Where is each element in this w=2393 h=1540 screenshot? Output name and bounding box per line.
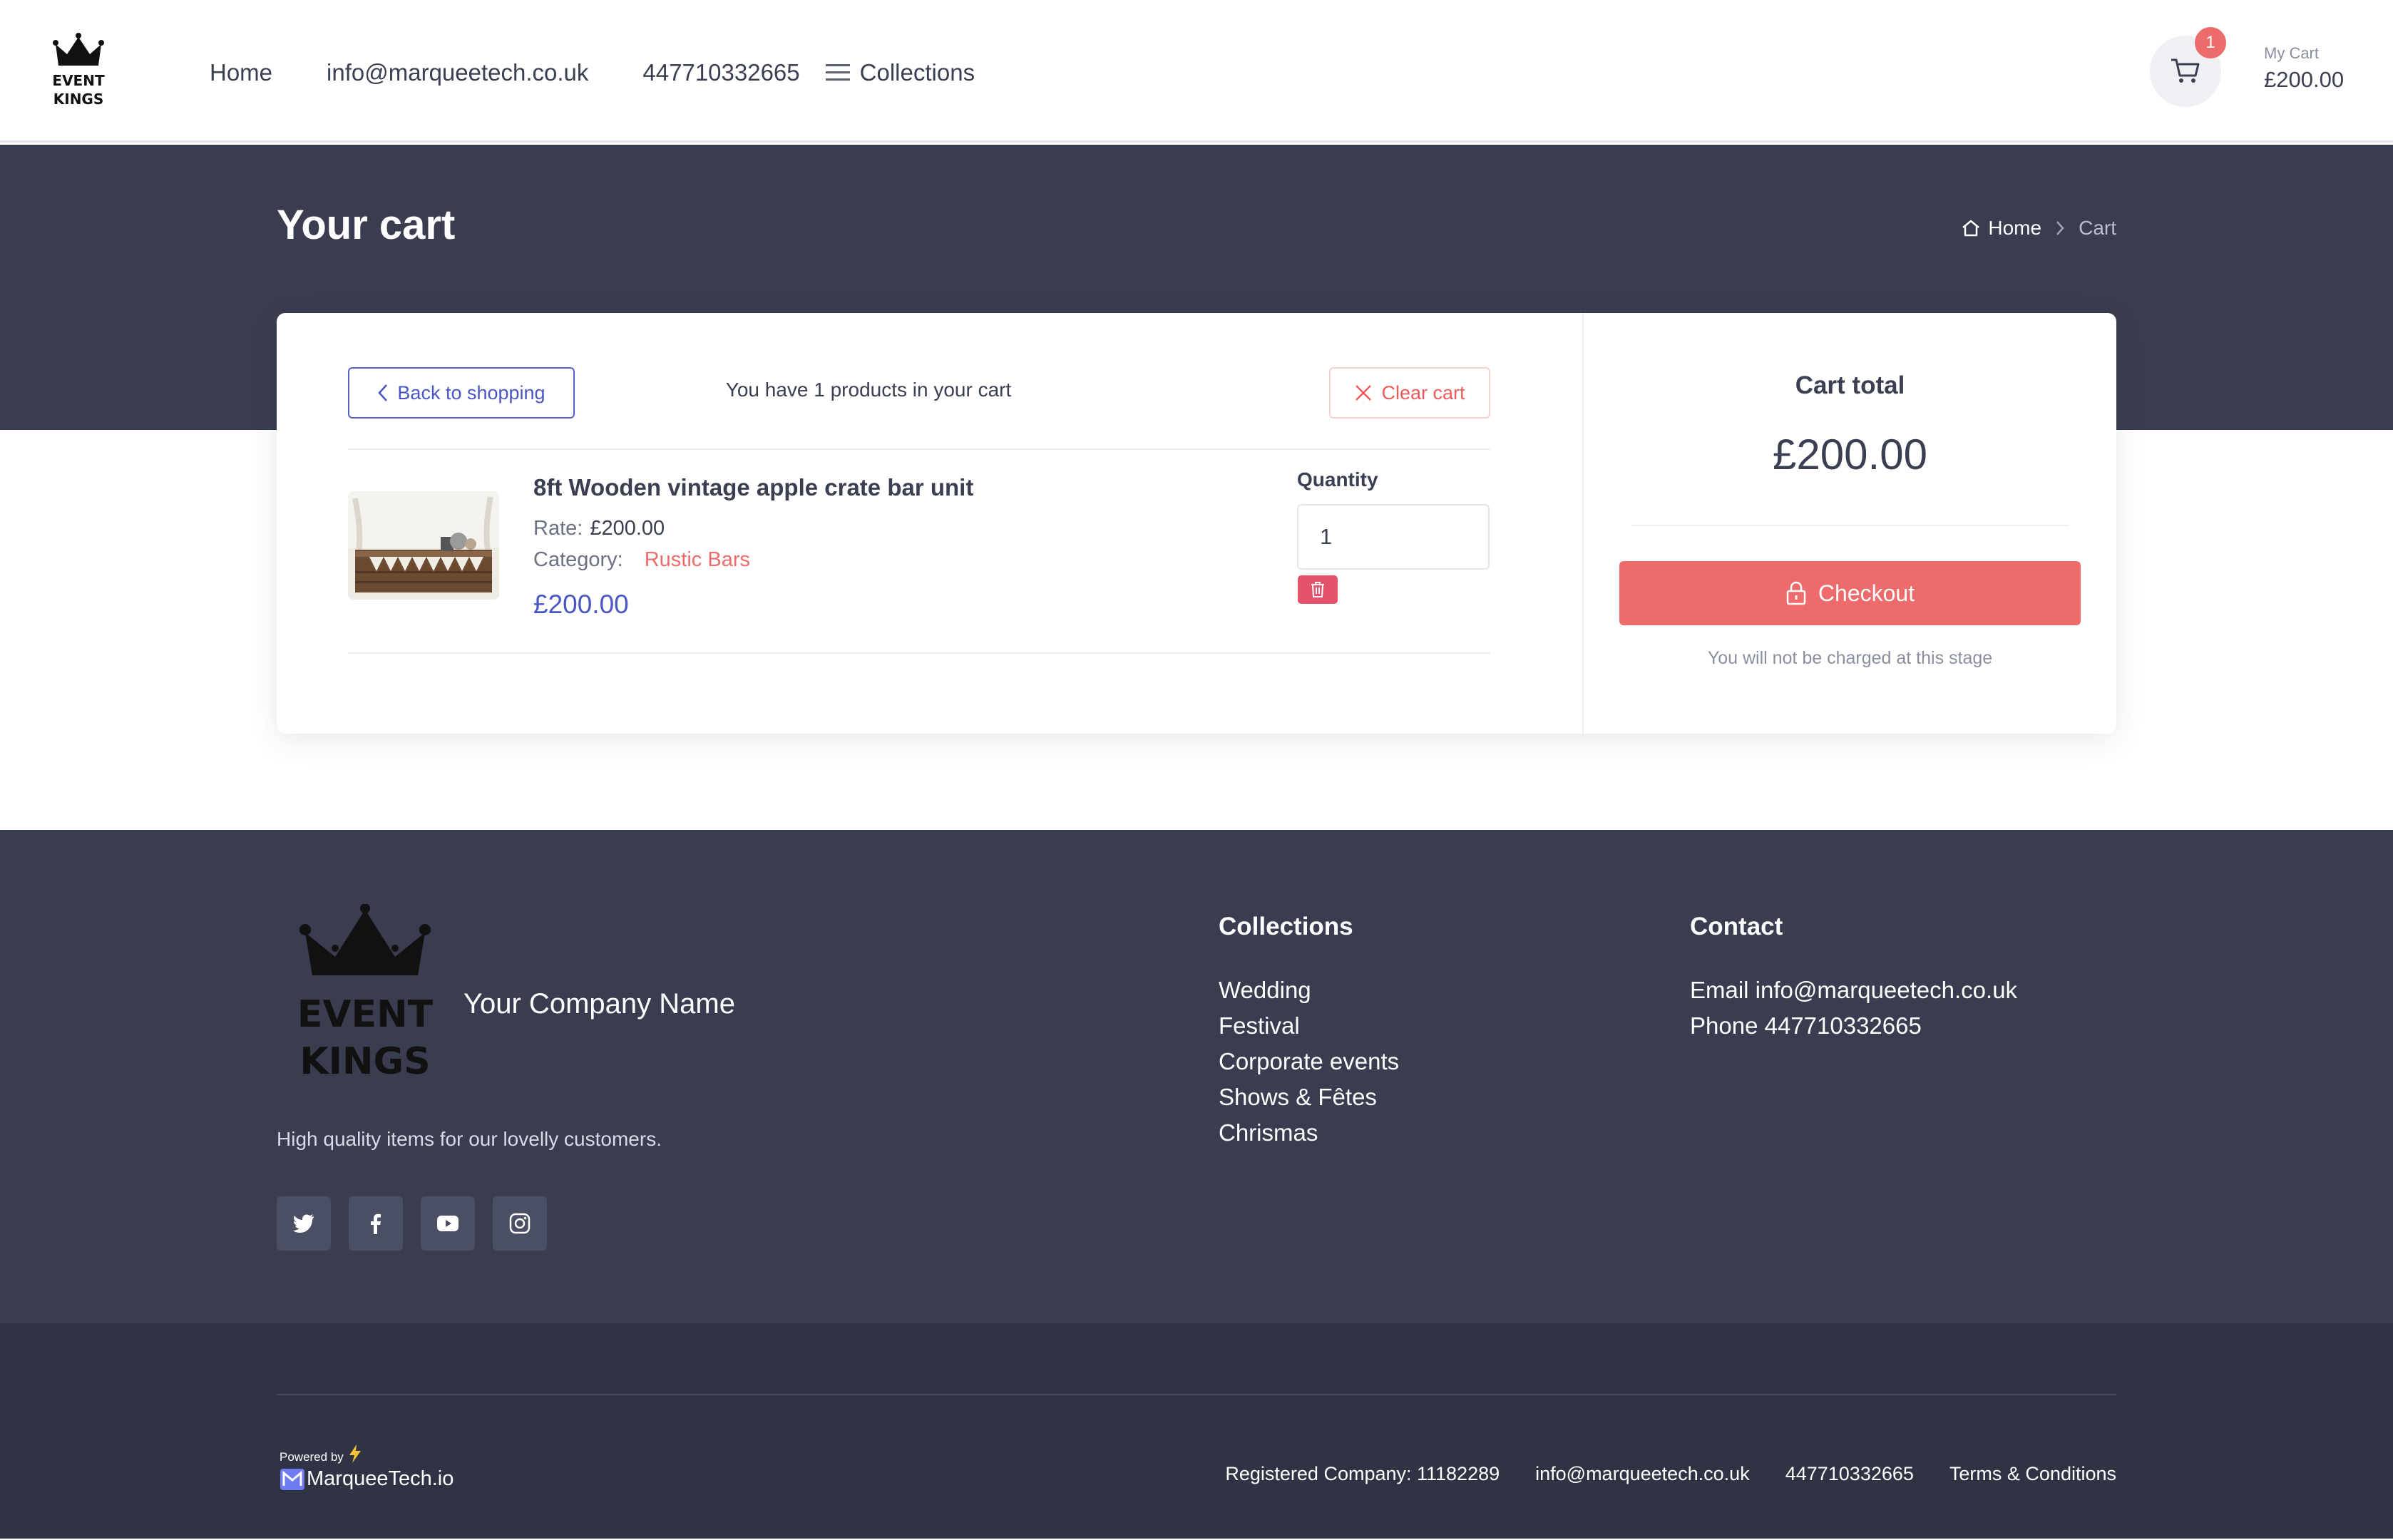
close-icon (1356, 385, 1372, 401)
powered-by-label: Powered by (280, 1450, 344, 1464)
breadcrumb-home-label: Home (1988, 217, 2042, 239)
my-cart-label: My Cart (2264, 44, 2319, 62)
bottom-bar (0, 1323, 2393, 1539)
main-nav: Home info@marqueetech.co.uk 447710332665… (210, 54, 975, 91)
bottom-email-link[interactable]: info@marqueetech.co.uk (1535, 1463, 1750, 1485)
product-rate-label: Rate: (533, 517, 583, 540)
my-cart-total: £200.00 (2264, 67, 2345, 92)
bottom-phone-link[interactable]: 447710332665 (1785, 1463, 1914, 1485)
powered-by-brand-label: MarqueeTech.io (307, 1467, 454, 1490)
nav-collections-label: Collections (859, 59, 975, 86)
svg-text:EVENT: EVENT (297, 993, 434, 1036)
cart-total-title: Cart total (1795, 371, 1905, 399)
cart-count-text: You have 1 products in your cart (725, 379, 1012, 401)
menu-icon (825, 64, 850, 81)
svg-text:EVENT: EVENT (52, 72, 105, 89)
breadcrumb-current: Cart (2079, 217, 2116, 239)
youtube-link[interactable] (421, 1196, 475, 1251)
nav-phone-link[interactable]: 447710332665 (642, 59, 799, 86)
footer-collection-link[interactable]: Wedding (1219, 972, 1399, 1008)
clear-cart-button[interactable]: Clear cart (1329, 367, 1490, 419)
facebook-link[interactable] (349, 1196, 403, 1251)
cart-total-value: £200.00 (1773, 431, 1927, 478)
powered-by-brand: MarqueeTech.io (280, 1467, 454, 1491)
page-title: Your cart (277, 202, 456, 248)
twitter-link[interactable] (277, 1196, 331, 1251)
event-kings-logo[interactable]: EVENT KINGS (47, 31, 110, 111)
trash-icon (1311, 582, 1324, 597)
product-thumbnail[interactable] (348, 491, 499, 600)
social-links (277, 1196, 565, 1251)
footer-company-name: Your Company Name (463, 988, 735, 1020)
footer-collections-title: Collections (1219, 913, 1353, 940)
chevron-left-icon (378, 384, 388, 401)
product-name[interactable]: 8ft Wooden vintage apple crate bar unit (533, 474, 973, 501)
nav-collections-menu[interactable]: Collections (825, 59, 975, 86)
back-to-shopping-button[interactable]: Back to shopping (348, 367, 575, 419)
instagram-link[interactable] (493, 1196, 547, 1251)
back-to-shopping-label: Back to shopping (397, 381, 545, 404)
footer-collections-list: Wedding Festival Corporate events Shows … (1219, 972, 1399, 1151)
breadcrumb-home-link[interactable]: Home (1961, 217, 2041, 240)
svg-text:KINGS: KINGS (299, 1040, 430, 1083)
quantity-label: Quantity (1297, 468, 1378, 491)
footer-collection-link[interactable]: Chrismas (1219, 1115, 1399, 1151)
footer-contact-list: Email info@marqueetech.co.uk Phone 44771… (1690, 972, 2017, 1044)
svg-text:KINGS: KINGS (53, 91, 104, 108)
youtube-icon (437, 1216, 458, 1231)
footer-collection-link[interactable]: Festival (1219, 1008, 1399, 1044)
divider (348, 652, 1490, 654)
product-rate-value: £200.00 (590, 517, 665, 540)
product-price: £200.00 (533, 590, 629, 619)
product-category: Category: Rustic Bars (533, 548, 750, 572)
remove-item-button[interactable] (1298, 575, 1338, 604)
checkout-note: You will not be charged at this stage (1707, 648, 1993, 668)
divider (1631, 525, 2069, 526)
marqueetech-logo-icon (280, 1468, 304, 1490)
divider (277, 1394, 2116, 1395)
quantity-input[interactable] (1297, 504, 1490, 570)
nav-home-link[interactable]: Home (210, 59, 272, 86)
footer-collection-link[interactable]: Shows & Fêtes (1219, 1079, 1399, 1115)
product-category-link[interactable]: Rustic Bars (645, 548, 750, 571)
site-header: EVENT KINGS Home info@marqueetech.co.uk … (0, 0, 2393, 143)
shopping-cart-icon (2171, 58, 2200, 83)
twitter-icon (293, 1214, 314, 1233)
product-category-label: Category: (533, 548, 623, 571)
product-rate: Rate: £200.00 (533, 517, 665, 540)
footer-contact-title: Contact (1690, 913, 1783, 940)
event-kings-logo[interactable]: EVENT KINGS (291, 904, 439, 1094)
terms-link[interactable]: Terms & Conditions (1949, 1463, 2116, 1485)
registered-company-text: Registered Company: 11182289 (1225, 1463, 1500, 1484)
footer-tagline: High quality items for our lovelly custo… (277, 1128, 662, 1150)
footer-contact-email[interactable]: Email info@marqueetech.co.uk (1690, 972, 2017, 1008)
nav-email-link[interactable]: info@marqueetech.co.uk (327, 59, 588, 86)
my-cart-summary[interactable]: My Cart £200.00 (2264, 44, 2344, 93)
powered-by[interactable]: Powered by MarqueeTech.io (280, 1444, 454, 1491)
instagram-icon (509, 1213, 531, 1234)
cart-count-badge: 1 (2195, 27, 2226, 58)
powered-by-row: Powered by (280, 1444, 454, 1464)
home-icon (1962, 220, 1980, 237)
breadcrumb: Home Cart (1961, 217, 2116, 240)
bottom-links: Registered Company: 11182289 info@marque… (1189, 1463, 2116, 1485)
footer-collection-link[interactable]: Corporate events (1219, 1044, 1399, 1079)
divider (348, 448, 1490, 450)
checkout-button[interactable]: Checkout (1619, 561, 2081, 625)
clear-cart-label: Clear cart (1381, 381, 1465, 404)
footer-contact-phone[interactable]: Phone 447710332665 (1690, 1008, 2017, 1044)
cart-card: Back to shopping You have 1 products in … (277, 313, 2116, 734)
checkout-label: Checkout (1818, 580, 1915, 606)
lightning-icon (349, 1444, 361, 1463)
facebook-icon (371, 1213, 381, 1234)
lock-icon (1786, 581, 1806, 605)
chevron-right-icon (2056, 221, 2064, 235)
